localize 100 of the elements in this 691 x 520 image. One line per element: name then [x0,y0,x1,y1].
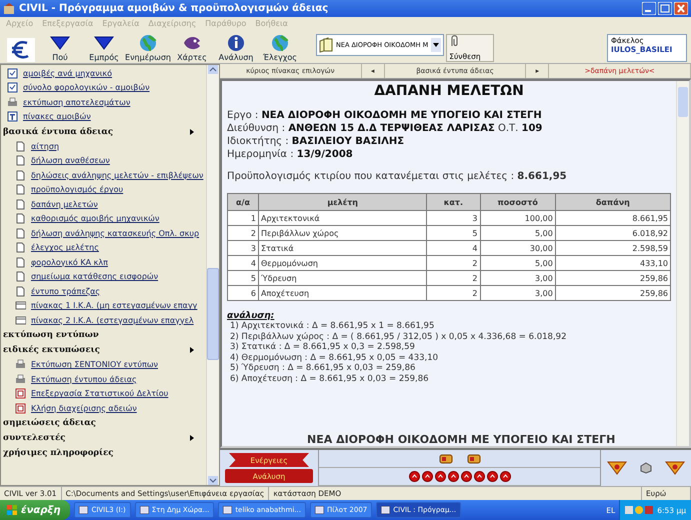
window-icon [223,506,232,514]
toolbar-button[interactable]: Ενημέρωση [126,32,170,62]
scroll-thumb[interactable] [207,268,219,360]
table-cell: 5,00 [480,256,556,270]
table-cell: 2.598,59 [555,240,670,256]
table-cell: 4 [228,256,258,270]
window-icon [381,506,390,514]
column-header: μελέτη [258,194,427,210]
table-cell: 3,00 [480,270,556,286]
sidebar-link[interactable]: προϋπολογισμός έργου [1,182,206,197]
sidebar-section-header[interactable]: βασικά έντυπα άδειας [1,124,206,139]
scrollbar[interactable] [206,65,219,485]
table-cell: 2 [426,286,480,300]
small-toggle-icon[interactable] [438,454,452,464]
toolbar-button[interactable]: Χάρτες [170,32,214,62]
scrollbar[interactable] [676,81,689,446]
sheet-icon [15,300,26,312]
sidebar-link[interactable]: αίτηση [1,139,206,154]
sidebar-link[interactable]: εκτύπωση αποτελεσμάτων [1,95,206,110]
globe-icon [269,33,291,51]
toolbar-button[interactable]: Εμπρός [82,32,126,62]
document-field: Ιδιοκτήτης : ΒΑΣΙΛΕΙΟΥ ΒΑΣΙΛΗΣ [227,135,671,148]
submenu-arrow-icon [190,347,194,353]
sidebar-link[interactable]: Επεξεργασία Στατιστικού Δελτίου [1,386,206,401]
tray-icons[interactable] [625,505,654,515]
triangle-icon[interactable] [664,460,685,476]
maximize-button[interactable] [658,2,672,15]
scroll-thumb[interactable] [678,87,688,117]
sidebar-link[interactable]: Εκτύπωση ΣΕΝΤΟΝΙΟΥ εντύπων [1,358,206,372]
table-cell: 6.018,92 [555,226,670,240]
paper-clip-icon [449,35,460,47]
table-cell: 3,00 [480,286,556,300]
table-cell: 5,00 [480,226,556,240]
start-button[interactable]: έναρξη [0,500,70,520]
table-cell: Περιβάλλων χώρος [258,226,427,240]
triangle-icon[interactable] [607,460,628,476]
submenu-arrow-icon [190,128,194,134]
table-cell: 2 [426,270,480,286]
column-header: ποσοστό [480,194,556,210]
round-button[interactable] [434,471,446,482]
table-cell: 2 [228,226,258,240]
sidebar-link[interactable]: Εκτύπωση έντυπου άδειας [1,372,206,386]
sidebar-link[interactable]: πίνακες αμοιβών [1,110,206,124]
sidebar-link[interactable]: Κλήση διαχείρισης αδειών [1,401,206,416]
sidebar-link[interactable]: δήλωση ανάληψης κατασκευής Οπλ. σκυρ [1,226,206,240]
sidebar-link[interactable]: πίνακας 2 Ι.Κ.Α. (εστεγασμένων επαγγελ [1,313,206,328]
toolbar-button[interactable]: Έλεγχος [258,32,302,62]
page-icon [15,286,26,297]
table-cell: 259,86 [555,270,670,286]
round-button[interactable] [486,471,498,482]
sidebar-link[interactable]: πίνακας 1 Ι.Κ.Α. (μη εστεγασμένων επαγγ [1,298,206,313]
round-button[interactable] [500,471,510,482]
app-icon [3,2,15,14]
sidebar-link[interactable]: σύνολο φορολογικών - αμοιβών [1,80,206,95]
sidebar-section-header[interactable]: χρήσιμες πληροφορίες [1,446,206,460]
table-cell: 6 [228,286,258,300]
window-icon [314,506,324,514]
logo-icon [7,38,35,62]
round-button[interactable] [448,471,458,482]
round-button[interactable] [474,471,484,482]
round-button[interactable] [422,471,432,482]
scroll-up-icon[interactable] [208,65,218,74]
sidebar-section-header[interactable]: εκτύπωση εντύπων [1,328,206,342]
sidebar-link[interactable]: δηλώσεις ανάληψης μελετών - επιβλέψεων [1,168,206,182]
sidebar-link[interactable]: καθορισμός αμοιβής μηχανικών [1,212,206,226]
document-title: ΔΑΠΑΝΗ ΜΕΛΕΤΩΝ [373,83,525,99]
toolbar-button[interactable]: Ανάλυση [214,32,258,62]
sidebar-link[interactable]: σημείωμα κατάθεσης εισφορών [1,270,206,284]
submenu-arrow-icon [190,435,194,441]
sidebar-link[interactable]: δαπάνη μελετών [1,197,206,212]
document-field: Διεύθυνση : ΑΝΘΕΩΝ 15 Δ.Δ ΤΕΡΨΙΘΕΑΣ ΛΑΡΙΣΑΣ Ο.Τ. 109 [227,122,671,135]
sidebar-link[interactable]: έλεγχος μελέτης [1,240,206,255]
round-button[interactable] [408,471,420,482]
table-cell: 8.661,95 [555,210,670,226]
sidebar-section-header[interactable]: σημειώσεις άδειας [1,416,206,430]
table-cell: 3 [228,240,258,256]
sidebar-section-header[interactable]: συντελεστές [1,430,206,446]
toolbar-button[interactable]: Πού [38,32,82,62]
table-cell: 30,00 [480,240,556,256]
minimize-button[interactable] [642,2,656,15]
dropdown-arrow-icon [433,43,440,47]
page-icon [15,170,26,181]
info-icon [225,33,247,51]
sidebar-link[interactable]: δήλωση αναθέσεων [1,154,206,168]
sidebar-section-header[interactable]: ειδικές εκτυπώσεις [1,342,206,358]
table-cell: 2 [426,256,480,270]
sidebar-link[interactable]: έντυπο τράπεζας [1,284,206,298]
round-button[interactable] [460,471,472,482]
sidebar-link[interactable]: αμοιβές ανά μηχανικό [1,66,206,80]
window-title: CIVIL - Πρόγραμμα αμοιβών & προϋπολογισμών άδειας [19,3,330,14]
cube-icon[interactable] [640,462,652,474]
page-icon [15,198,26,210]
close-button[interactable] [674,2,688,15]
small-toggle-icon[interactable] [466,454,480,464]
sidebar-link[interactable]: φορολογικό ΚΑ κλπ [1,255,206,270]
scroll-down-icon[interactable] [208,476,218,485]
form-icon [15,402,26,414]
table-cell: Αρχιτεκτονικά [258,210,427,226]
printer-icon [15,374,26,385]
table-cell: 1 [228,210,258,226]
